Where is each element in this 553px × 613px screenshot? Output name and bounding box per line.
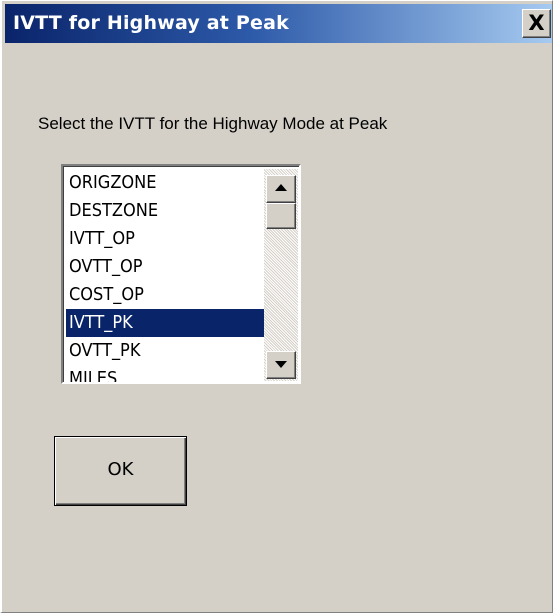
list-item-selected[interactable]: IVTT_PK <box>66 309 265 337</box>
scroll-down-arrow-icon <box>275 361 287 368</box>
field-listbox[interactable]: ORIGZONE DESTZONE IVTT_OP OVTT_OP COST_O… <box>61 164 301 384</box>
scroll-up-button[interactable] <box>266 175 296 203</box>
prompt-label: Select the IVTT for the Highway Mode at … <box>38 114 388 133</box>
scroll-thumb[interactable] <box>266 203 296 229</box>
list-item[interactable]: DESTZONE <box>66 197 265 225</box>
scroll-down-button[interactable] <box>266 351 296 379</box>
list-item[interactable]: IVTT_OP <box>66 225 265 253</box>
title-bar[interactable]: IVTT for Highway at Peak X <box>5 4 552 43</box>
list-item[interactable]: MILES <box>66 365 265 382</box>
vertical-scrollbar[interactable] <box>264 169 298 381</box>
close-button[interactable]: X <box>522 9 551 38</box>
list-item[interactable]: ORIGZONE <box>66 169 265 197</box>
list-item[interactable]: OVTT_OP <box>66 253 265 281</box>
list-item[interactable]: OVTT_PK <box>66 337 265 365</box>
window-title: IVTT for Highway at Peak <box>13 12 289 34</box>
scroll-up-arrow-icon <box>275 184 287 191</box>
dialog-window: IVTT for Highway at Peak X Select the IV… <box>0 0 553 613</box>
list-items: ORIGZONE DESTZONE IVTT_OP OVTT_OP COST_O… <box>66 169 265 382</box>
ok-button[interactable]: OK <box>54 436 187 506</box>
list-item[interactable]: COST_OP <box>66 281 265 309</box>
close-icon: X <box>528 11 545 35</box>
